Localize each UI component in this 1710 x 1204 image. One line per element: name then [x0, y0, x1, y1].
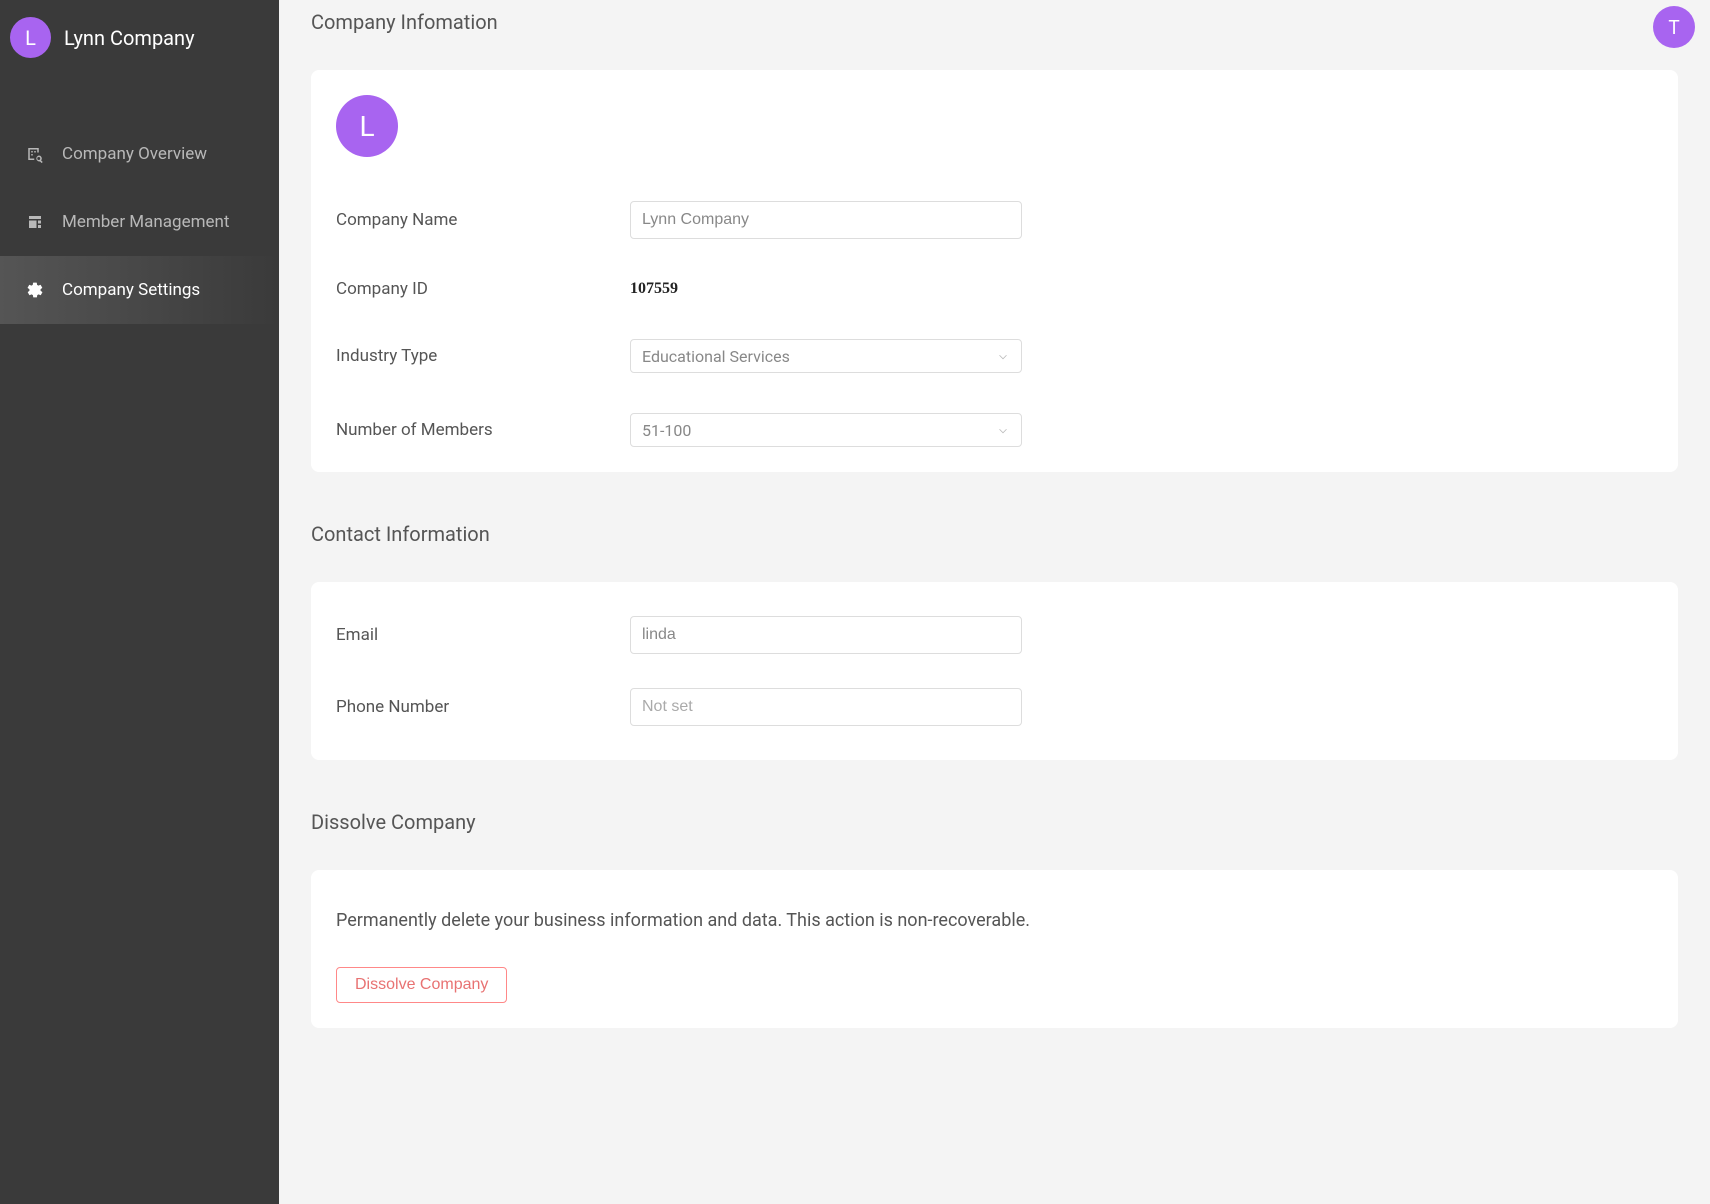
email-input[interactable]: [630, 616, 1022, 654]
contact-info-card: Email Phone Number: [311, 582, 1678, 760]
sidebar-item-member-management[interactable]: Member Management: [0, 188, 279, 256]
building-search-icon: [26, 145, 44, 163]
members-select[interactable]: 51-100: [630, 413, 1022, 447]
members-label: Number of Members: [336, 420, 630, 440]
chevron-down-icon: [996, 349, 1010, 363]
company-logo-initial: L: [359, 110, 374, 143]
dissolve-warning-text: Permanently delete your business informa…: [336, 910, 1653, 931]
chevron-down-icon: [996, 423, 1010, 437]
user-avatar[interactable]: T: [1653, 6, 1695, 48]
company-id-value: 107559: [630, 280, 678, 298]
company-logo[interactable]: L: [336, 95, 398, 157]
members-icon: [26, 213, 44, 231]
sidebar-header: L Lynn Company: [0, 0, 279, 75]
main-content: T Company Infomation L Company Name Comp…: [279, 0, 1710, 1204]
sidebar-item-label: Member Management: [62, 212, 229, 232]
company-info-card: L Company Name Company ID 107559 Industr…: [311, 70, 1678, 472]
sidebar-item-company-overview[interactable]: Company Overview: [0, 120, 279, 188]
section-title-dissolve: Dissolve Company: [311, 810, 1678, 834]
members-select-value: 51-100: [642, 421, 691, 440]
gear-icon: [26, 281, 44, 299]
dissolve-company-button[interactable]: Dissolve Company: [336, 967, 507, 1003]
dissolve-card: Permanently delete your business informa…: [311, 870, 1678, 1028]
form-row-phone: Phone Number: [336, 688, 1653, 726]
company-name-label: Company Name: [336, 210, 630, 230]
section-title-contact-info: Contact Information: [311, 522, 1678, 546]
form-row-industry: Industry Type Educational Services: [336, 339, 1653, 373]
sidebar-nav: Company Overview Member Management Compa…: [0, 120, 279, 324]
company-id-label: Company ID: [336, 279, 630, 299]
industry-select[interactable]: Educational Services: [630, 339, 1022, 373]
form-row-company-id: Company ID 107559: [336, 279, 1653, 299]
form-row-email: Email: [336, 616, 1653, 654]
user-avatar-initial: T: [1668, 16, 1679, 39]
sidebar-item-company-settings[interactable]: Company Settings: [0, 256, 279, 324]
section-title-company-info: Company Infomation: [311, 10, 1678, 34]
phone-input[interactable]: [630, 688, 1022, 726]
company-avatar-initial: L: [25, 26, 36, 50]
industry-select-value: Educational Services: [642, 347, 790, 366]
company-name: Lynn Company: [64, 26, 195, 50]
form-row-company-name: Company Name: [336, 201, 1653, 239]
company-avatar: L: [10, 17, 51, 58]
form-row-members: Number of Members 51-100: [336, 413, 1653, 447]
company-name-input[interactable]: [630, 201, 1022, 239]
phone-label: Phone Number: [336, 697, 630, 717]
industry-label: Industry Type: [336, 346, 630, 366]
email-label: Email: [336, 625, 630, 645]
sidebar: L Lynn Company Company Overview Member M…: [0, 0, 279, 1204]
sidebar-item-label: Company Overview: [62, 144, 207, 164]
sidebar-item-label: Company Settings: [62, 280, 200, 300]
